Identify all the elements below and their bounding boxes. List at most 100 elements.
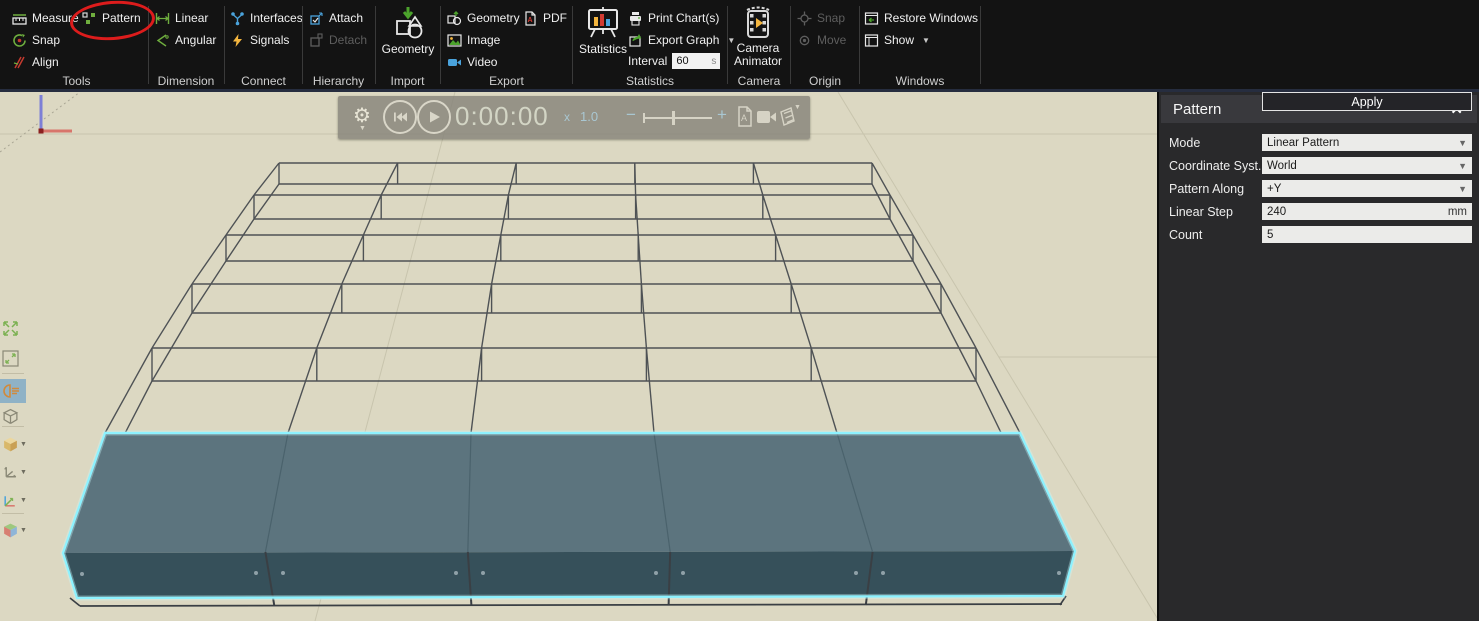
import-geometry-button[interactable]: Geometry — [379, 4, 437, 56]
video-camera-icon — [757, 110, 777, 124]
align-button[interactable]: Align — [12, 53, 59, 71]
attach-label: Attach — [329, 11, 363, 25]
speed-prefix: x — [564, 110, 570, 124]
group-label-hierarchy: Hierarchy — [305, 74, 372, 88]
pattern-along-select[interactable]: +Y ▼ — [1262, 180, 1472, 197]
view-cube-button[interactable]: ▼ — [2, 518, 28, 542]
group-label-connect: Connect — [227, 74, 300, 88]
dropdown-caret-icon: ▼ — [20, 527, 27, 534]
export-pdf-icon: A — [523, 11, 538, 26]
snap-label: Snap — [32, 33, 60, 47]
measure-icon — [12, 11, 27, 26]
speed-slider-min-tick — [643, 113, 645, 123]
export-graph-icon — [628, 33, 643, 48]
camera-animator-button[interactable]: Camera Animator — [731, 4, 785, 68]
snap-icon — [12, 33, 27, 48]
dropdown-caret-icon: ▼ — [922, 36, 930, 45]
linear-dimension-button[interactable]: Linear — [155, 9, 208, 27]
linear-step-field: mm — [1262, 203, 1472, 220]
group-label-tools: Tools — [8, 74, 145, 88]
play-button[interactable] — [417, 100, 451, 134]
group-label-windows: Windows — [862, 74, 978, 88]
speed-value: 1.0 — [580, 109, 598, 124]
linear-dimension-icon — [155, 11, 170, 26]
print-charts-button[interactable]: Print Chart(s) — [628, 9, 719, 27]
rewind-icon — [392, 110, 408, 124]
ribbon-toolbar: Measure Pattern Snap Align Tools Linear … — [0, 0, 1479, 92]
export-video-button[interactable]: Video — [447, 53, 497, 71]
interfaces-button[interactable]: Interfaces — [230, 9, 303, 27]
chevron-down-icon: ▼ — [1458, 184, 1467, 194]
count-input[interactable] — [1267, 229, 1467, 241]
world-axes-button[interactable]: ▼ — [2, 488, 28, 512]
linear-step-input[interactable] — [1267, 206, 1448, 218]
export-pdf-animation-button[interactable]: A — [736, 106, 753, 132]
speed-slider-handle[interactable] — [672, 111, 675, 125]
export-pdf-button[interactable]: A PDF — [523, 9, 567, 27]
render-mode-icon — [3, 383, 21, 399]
dropdown-caret-icon[interactable]: ▼ — [359, 125, 366, 132]
print-charts-label: Print Chart(s) — [648, 11, 719, 25]
apply-button[interactable]: Apply — [1262, 92, 1472, 111]
export-graph-button[interactable]: Export Graph ▼ — [628, 31, 735, 49]
ribbon-separator — [302, 6, 303, 84]
group-label-camera: Camera — [730, 74, 788, 88]
simulation-time: 0:00:00 — [455, 101, 549, 132]
coordinate-system-value: World — [1267, 160, 1458, 172]
angular-dimension-button[interactable]: Angular — [155, 31, 216, 49]
export-video-label: Video — [467, 55, 497, 69]
ribbon-separator — [440, 6, 441, 84]
mode-select[interactable]: Linear Pattern ▼ — [1262, 134, 1472, 151]
export-graph-label: Export Graph — [648, 33, 719, 47]
coordinate-system-select[interactable]: World ▼ — [1262, 157, 1472, 174]
ribbon-separator — [148, 6, 149, 84]
coordinate-system-row: Coordinate Syst... World ▼ — [1159, 157, 1479, 175]
origin-snap-button[interactable]: Snap — [797, 9, 845, 27]
3d-viewport[interactable]: ▼ ▼ ▼ ▼ ⚙ ▼ 0:00:00 x 1.0 − — [0, 92, 1157, 621]
interval-unit: s — [711, 56, 716, 67]
frame-axes-icon — [2, 464, 19, 481]
statistics-button[interactable]: Statistics — [578, 4, 628, 56]
rewind-button[interactable] — [383, 100, 417, 134]
pattern-button[interactable]: Pattern — [82, 9, 141, 27]
wireframe-view-button[interactable] — [2, 404, 28, 428]
snap-button[interactable]: Snap — [12, 31, 60, 49]
export-image-button[interactable]: Image — [447, 31, 500, 49]
export-image-icon — [447, 33, 462, 48]
speed-decrease-button[interactable]: − — [626, 105, 636, 125]
restore-windows-button[interactable]: Restore Windows — [864, 9, 978, 27]
pattern-panel: Pattern ✕ Mode Linear Pattern ▼ Coordina… — [1157, 92, 1479, 621]
show-windows-button[interactable]: Show ▼ — [864, 31, 930, 49]
count-label: Count — [1169, 228, 1202, 242]
ribbon-separator — [980, 6, 981, 84]
dropdown-caret-icon[interactable]: ▼ — [794, 104, 801, 111]
interfaces-icon — [230, 11, 245, 26]
frame-axes-button[interactable]: ▼ — [2, 460, 28, 484]
pattern-along-row: Pattern Along +Y ▼ — [1159, 180, 1479, 198]
solid-view-button[interactable]: ▼ — [2, 432, 28, 456]
fit-view-button[interactable] — [2, 316, 28, 340]
speed-increase-button[interactable]: + — [717, 105, 727, 125]
interfaces-label: Interfaces — [250, 11, 303, 25]
export-geometry-button[interactable]: Geometry — [447, 9, 520, 27]
record-video-button[interactable] — [757, 110, 777, 129]
origin-move-button[interactable]: Move — [797, 31, 846, 49]
group-label-statistics: Statistics — [575, 74, 725, 88]
fit-selected-button[interactable] — [2, 346, 28, 370]
signals-label: Signals — [250, 33, 289, 47]
render-mode-button[interactable] — [0, 379, 26, 403]
ribbon-separator — [859, 6, 860, 84]
detach-label: Detach — [329, 33, 367, 47]
speed-slider-track[interactable] — [643, 117, 712, 119]
wireframe-view-icon — [2, 408, 19, 425]
measure-button[interactable]: Measure — [12, 9, 79, 27]
group-label-import: Import — [377, 74, 438, 88]
detach-button[interactable]: Detach — [309, 31, 367, 49]
svg-text:A: A — [528, 17, 533, 24]
pattern-along-value: +Y — [1267, 183, 1458, 195]
signals-button[interactable]: Signals — [230, 31, 289, 49]
ribbon-separator — [790, 6, 791, 84]
mode-label: Mode — [1169, 136, 1200, 150]
attach-button[interactable]: Attach — [309, 9, 363, 27]
viewport-toolbar-separator — [2, 513, 24, 514]
